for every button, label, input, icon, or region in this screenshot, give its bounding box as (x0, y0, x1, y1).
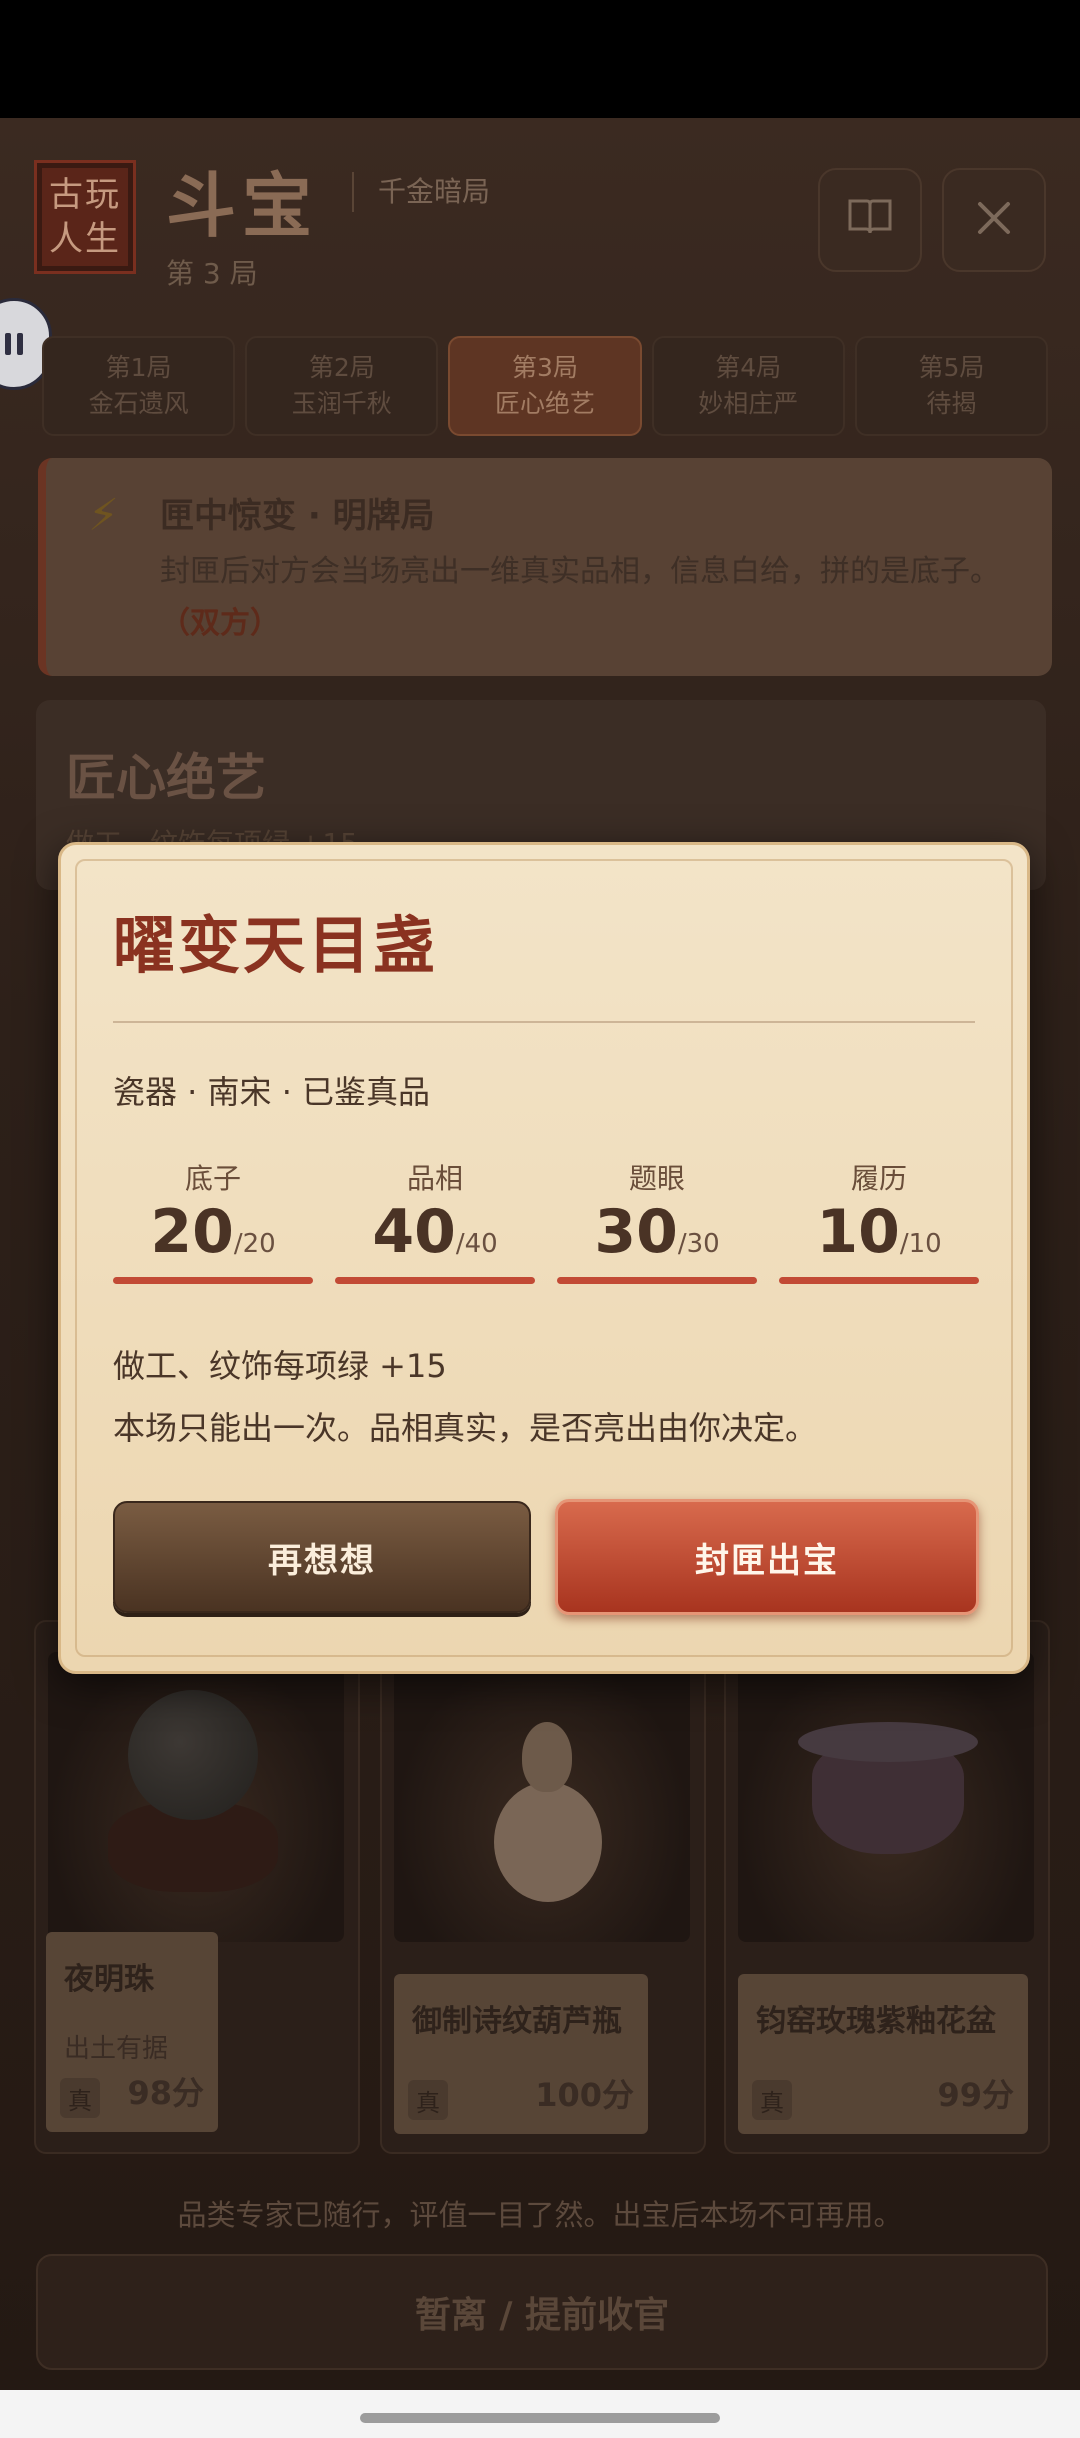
item-score: 100分 (535, 2076, 634, 2114)
item-name: 钧窑玫瑰紫釉花盆 (756, 2004, 996, 2039)
item-card-jun-basin[interactable]: 钧窑玫瑰紫釉花盆 真 99分 (724, 1620, 1050, 2154)
item-card-row: 夜明珠 出土有据 真 98分 御制诗纹葫芦瓶 真 100分 钧窑玫瑰紫釉花盆 真… (34, 1620, 1050, 2154)
event-title: 匣中惊变 · 明牌局 (160, 496, 435, 536)
close-button[interactable] (942, 168, 1046, 272)
exit-early-button[interactable]: 暂离 / 提前收官 (36, 2254, 1048, 2370)
tab-round-3[interactable]: 第3局 匠心绝艺 (448, 336, 642, 436)
item-score: 98分 (127, 2074, 204, 2112)
item-label: 夜明珠 出土有据 真 98分 (46, 1932, 218, 2132)
game-logo: 古玩 人生 (34, 160, 136, 274)
stat-label: 履历 (850, 1162, 907, 1195)
dialog-divider (113, 1021, 975, 1023)
title-divider (352, 172, 354, 212)
stat-label: 题眼 (628, 1162, 685, 1195)
seal-reveal-button[interactable]: 封匣出宝 (555, 1499, 979, 1615)
item-image (48, 1652, 344, 1942)
stat-bar (113, 1277, 313, 1284)
tab-round-1[interactable]: 第1局 金石遗风 (42, 336, 236, 436)
event-description: 封匣后对方会当场亮出一维真实品相，信息白给，拼的是底子。（双方） (160, 554, 1000, 641)
item-label: 钧窑玫瑰紫釉花盆 真 99分 (738, 1974, 1028, 2134)
lightning-icon: ⚡ (88, 490, 119, 541)
stat-value: 20/20 (150, 1197, 276, 1267)
home-indicator[interactable] (360, 2413, 720, 2423)
item-meta: 瓷器 · 南宋 · 已鉴真品 (113, 1073, 431, 1111)
stat-bar (335, 1277, 535, 1284)
cancel-button[interactable]: 再想想 (113, 1501, 531, 1613)
item-card-gourd-vase[interactable]: 御制诗纹葫芦瓶 真 100分 (380, 1620, 706, 2154)
stat-bar (779, 1277, 979, 1284)
stat-label: 品相 (406, 1162, 463, 1195)
authentic-badge: 真 (752, 2080, 792, 2120)
tab-round-4[interactable]: 第4局 妙相庄严 (651, 336, 845, 436)
item-image (738, 1652, 1034, 1942)
stat-provenance: 履历 10/10 (779, 1157, 979, 1287)
item-score: 99分 (937, 2076, 1014, 2114)
event-tag: （双方） (160, 606, 280, 641)
item-card-pearl[interactable]: 夜明珠 出土有据 真 98分 (34, 1620, 360, 2154)
item-label: 御制诗纹葫芦瓶 真 100分 (394, 1974, 648, 2134)
round-theme-title: 匠心绝艺 (66, 748, 266, 807)
item-stats: 底子 20/20 品相 40/40 题眼 30/30 履历 10/10 (113, 1157, 979, 1287)
page-subtitle: 千金暗局 (378, 175, 491, 208)
close-icon (976, 193, 1012, 247)
stat-bar (557, 1277, 757, 1284)
rules-book-button[interactable] (818, 168, 922, 272)
usage-note: 本场只能出一次。品相真实，是否亮出由你决定。 (113, 1409, 818, 1447)
stat-value: 30/30 (594, 1197, 720, 1267)
item-image (394, 1652, 690, 1942)
round-label: 第 3 局 (166, 257, 258, 290)
logo-line-2: 人生 (49, 219, 121, 259)
book-icon (847, 193, 893, 247)
stat-highlight: 题眼 30/30 (557, 1157, 757, 1287)
tab-round-2[interactable]: 第2局 玉润千秋 (245, 336, 439, 436)
event-card: ⚡ 匣中惊变 · 明牌局 封匣后对方会当场亮出一维真实品相，信息白给，拼的是底子… (38, 458, 1052, 676)
authentic-badge: 真 (60, 2078, 100, 2118)
expert-hint: 品类专家已随行，评值一目了然。出宝后本场不可再用。 (177, 2198, 903, 2232)
reveal-confirm-dialog: 曜变天目盏 瓷器 · 南宋 · 已鉴真品 底子 20/20 品相 40/40 题… (58, 842, 1030, 1674)
bonus-note: 做工、纹饰每项绿 +15 (113, 1347, 447, 1385)
dialog-title: 曜变天目盏 (113, 909, 439, 982)
tab-round-5[interactable]: 第5局 待揭 (854, 336, 1049, 436)
stat-value: 40/40 (372, 1197, 498, 1267)
round-tabs: 第1局 金石遗风 第2局 玉润千秋 第3局 匠心绝艺 第4局 妙相庄严 第5局 待揭 (42, 336, 1049, 436)
logo-line-1: 古玩 (49, 175, 121, 215)
item-note: 出土有据 (64, 2034, 169, 2064)
stat-foundation: 底子 20/20 (113, 1157, 313, 1287)
item-name: 夜明珠 (64, 1962, 154, 1997)
stat-label: 底子 (184, 1162, 241, 1195)
page-title: 斗宝 (166, 164, 318, 247)
item-name: 御制诗纹葫芦瓶 (412, 2004, 622, 2039)
stat-value: 10/10 (816, 1197, 942, 1267)
stat-appearance: 品相 40/40 (335, 1157, 535, 1287)
authentic-badge: 真 (408, 2080, 448, 2120)
